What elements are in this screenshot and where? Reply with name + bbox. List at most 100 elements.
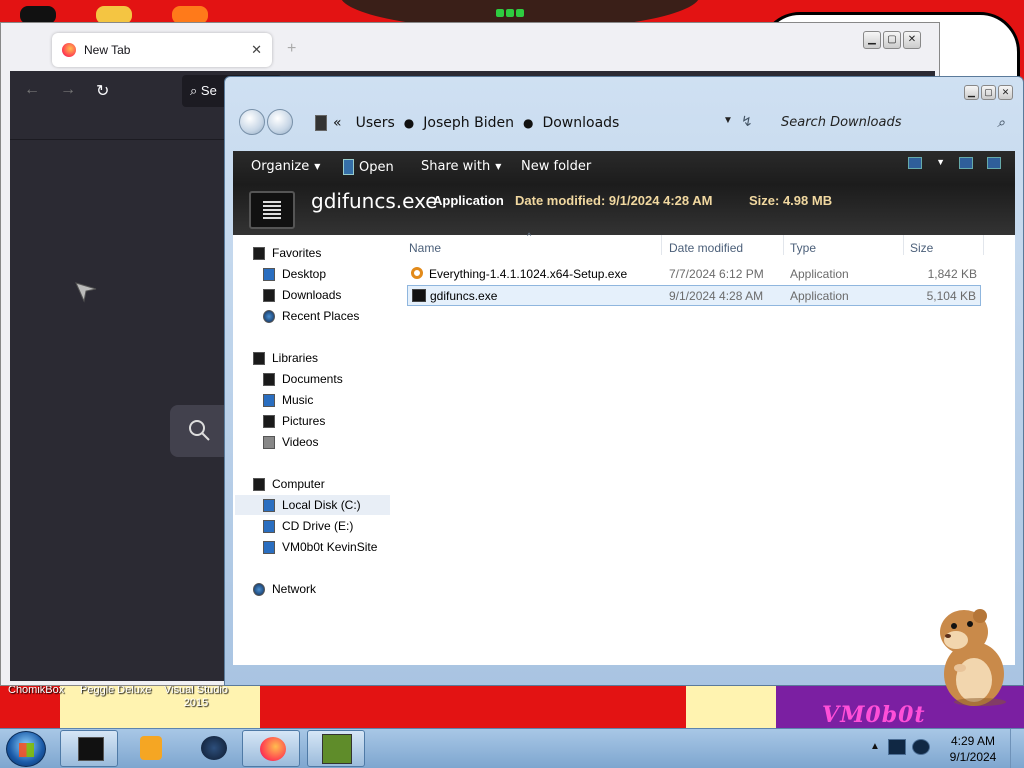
nav-computer[interactable]: Computer [253,474,325,494]
help-icon[interactable] [987,157,1001,169]
search-box[interactable] [170,405,230,457]
network-status-icon[interactable] [888,739,906,755]
column-header-name[interactable]: Name [409,241,441,255]
show-hidden-icons-icon[interactable]: ▲ [870,741,880,752]
firefox-icon [260,737,286,761]
forward-button[interactable] [267,109,293,135]
search-placeholder: Search Downloads [781,115,902,130]
details-type: Application [433,193,504,208]
security-icon[interactable] [912,739,930,755]
nav-libraries[interactable]: Libraries [253,348,318,368]
refresh-icon[interactable]: ↯ [741,113,753,130]
reload-icon[interactable]: ↻ [96,81,109,101]
nav-network-drive[interactable]: VM0b0t KevinSite [263,537,377,557]
maximize-button[interactable]: ▢ [981,85,996,100]
pictures-icon [263,414,275,428]
cd-drive-icon [263,519,275,533]
nav-videos[interactable]: Videos [263,432,318,452]
explorer-icon [78,737,104,761]
nav-downloads[interactable]: Downloads [263,285,341,305]
close-button[interactable]: ✕ [903,31,921,49]
nav-label: Documents [282,372,343,386]
sort-ascending-icon: ^ [527,231,532,241]
show-desktop-button[interactable] [1010,729,1024,768]
desktop-icon-labels: ChomikBox Peggle Deluxe Visual Studio 20… [0,682,280,712]
minimize-button[interactable]: ▁ [863,31,881,49]
details-date-modified: Date modified: 9/1/2024 4:28 AM [515,193,713,208]
column-divider[interactable] [903,235,904,255]
nav-local-disk[interactable]: Local Disk (C:) [235,495,390,515]
file-row[interactable]: Everything-1.4.1.1024.x64-Setup.exe 7/7/… [407,264,981,285]
nav-favorites[interactable]: Favorites [253,243,321,263]
breadcrumb-joseph-biden[interactable]: Joseph Biden [423,115,514,131]
start-button[interactable] [6,731,46,767]
nav-recent-places[interactable]: Recent Places [263,306,359,326]
column-header-date-modified[interactable]: Date modified [669,241,743,255]
taskbar-media-player-button[interactable] [120,730,178,767]
desktop-icon [263,267,275,281]
tab-new-tab[interactable]: New Tab ✕ [52,33,272,67]
nav-pictures[interactable]: Pictures [263,411,325,431]
minimize-button[interactable]: ▁ [964,85,979,100]
nav-label: Music [282,393,314,407]
nav-cd-drive[interactable]: CD Drive (E:) [263,516,353,536]
column-divider[interactable] [783,235,784,255]
breadcrumb-separator: ● [403,116,415,130]
breadcrumb: « Users ● Joseph Biden ● Downloads [333,115,619,131]
computer-icon [253,477,265,491]
change-view-icon[interactable] [908,157,923,169]
share-with-button[interactable]: Share with ▼ [421,159,501,174]
file-row[interactable]: gdifuncs.exe 9/1/2024 4:28 AM Applicatio… [407,285,981,306]
chomikbox-icon [322,734,352,764]
taskbar-chomikbox-button[interactable] [307,730,365,767]
nav-label: Videos [282,435,319,449]
nav-label: Favorites [272,246,322,260]
nav-label: VM0b0t KevinSite [282,540,378,554]
new-tab-button[interactable]: + [287,40,296,58]
address-dropdown-icon[interactable]: ▼ [723,115,733,126]
pointer-icon [75,282,97,303]
explorer-window: ▁ ▢ ✕ « Users ● Joseph Biden ● Downloads… [224,76,1024,686]
column-divider[interactable] [661,235,662,255]
open-label: Open [359,159,394,175]
nav-label: Computer [272,477,325,491]
breadcrumb-users[interactable]: Users [356,115,395,131]
back-arrow-icon[interactable]: ← [24,81,40,99]
open-button[interactable]: Open [343,159,394,175]
taskbar-firefox-button[interactable] [242,730,300,767]
details-pane: gdifuncs.exe Application Date modified: … [233,185,1015,235]
clock[interactable]: 4:29 AM 9/1/2024 [940,733,1006,765]
nav-network[interactable]: Network [253,579,316,599]
firefox-icon [62,43,76,57]
nav-desktop[interactable]: Desktop [263,264,326,284]
star-icon [253,246,265,260]
organize-button[interactable]: Organize ▼ [251,159,320,174]
taskbar-explorer-button[interactable] [60,730,118,767]
file-type: Application [790,267,849,281]
taskbar-app-button[interactable] [184,730,242,767]
address-row: « Users ● Joseph Biden ● Downloads ▼ ↯ S… [233,103,1015,143]
search-input[interactable]: Search Downloads ⌕ [773,111,1013,135]
column-divider[interactable] [983,235,984,255]
close-button[interactable]: ✕ [998,85,1013,100]
close-tab-icon[interactable]: ✕ [251,42,262,58]
back-button[interactable] [239,109,265,135]
app-icon [412,289,426,302]
wallpaper-graffiti: VM0b0t [822,702,926,728]
breadcrumb-downloads[interactable]: Downloads [542,115,619,131]
new-folder-button[interactable]: New folder [521,159,591,174]
desktop-icon-visual-studio[interactable]: Visual Studio 2015 [160,684,232,710]
column-header-type[interactable]: Type [790,241,816,255]
network-drive-icon [263,540,275,554]
nav-documents[interactable]: Documents [263,369,343,389]
videos-icon [263,435,275,449]
column-header-size[interactable]: Size [910,241,933,255]
forward-arrow-icon[interactable]: → [60,81,76,99]
breadcrumb-prefix[interactable]: « [333,115,342,131]
nav-label: Local Disk (C:) [282,498,361,512]
maximize-button[interactable]: ▢ [883,31,901,49]
taskbar: ▲ 4:29 AM 9/1/2024 [0,728,1024,768]
chevron-down-icon[interactable]: ▼ [936,157,945,169]
preview-pane-icon[interactable] [959,157,973,169]
nav-music[interactable]: Music [263,390,313,410]
